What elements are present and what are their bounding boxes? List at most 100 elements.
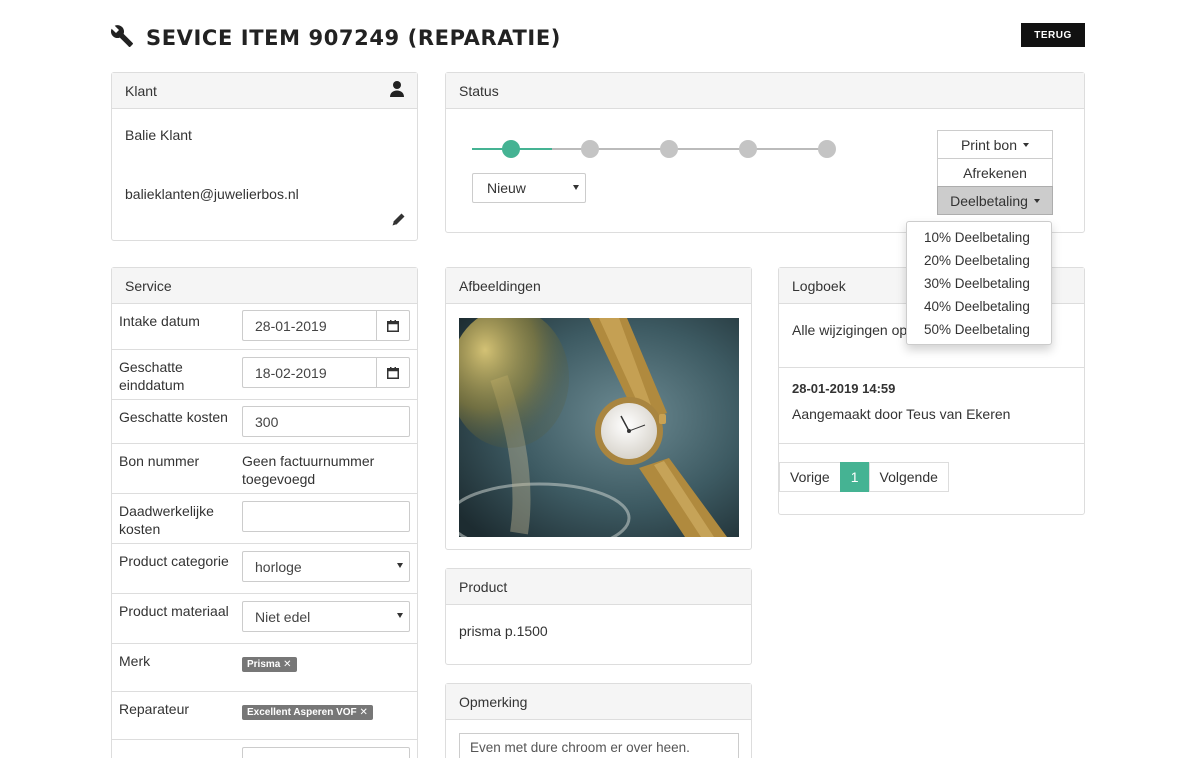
dropdown-item-50[interactable]: 50% Deelbetaling [907, 318, 1051, 341]
log-intro-text: Alle wijzigingen op [792, 322, 908, 338]
status-panel-heading: Status [446, 73, 1084, 109]
customer-email: balieklanten@juwelierbos.nl [125, 186, 299, 202]
log-entry-text: Aangemaakt door Teus van Ekeren [792, 406, 1011, 422]
product-heading-text: Product [459, 578, 508, 595]
estimated-cost-value: 300 [255, 413, 279, 430]
estimated-cost-input[interactable]: 300 [242, 406, 410, 437]
service-panel-heading: Service [112, 268, 417, 304]
calendar-icon[interactable] [376, 310, 410, 341]
print-receipt-label: Print bon [960, 136, 1018, 153]
status-select-value: Nieuw [487, 180, 526, 196]
estimated-end-date-input[interactable]: 18-02-2019 [242, 357, 377, 388]
images-heading-text: Afbeeldingen [459, 277, 541, 294]
step-dot-1[interactable] [502, 140, 520, 158]
partial-payment-label: Deelbetaling [950, 192, 1028, 209]
estimated-end-date-row: Geschatte einddatum 18-02-2019 [112, 349, 417, 399]
caret-down-icon [1033, 198, 1040, 203]
product-material-select[interactable]: Niet edel [242, 601, 410, 632]
pagination-next[interactable]: Volgende [868, 462, 949, 492]
actual-cost-input[interactable] [242, 501, 410, 532]
step-dot-5[interactable] [818, 140, 836, 158]
repairer-tag[interactable]: Excellent Asperen VOF ✕ [242, 705, 373, 720]
step-dot-2[interactable] [581, 140, 599, 158]
service-heading-text: Service [125, 277, 172, 294]
log-pagination: Vorige 1 Volgende [779, 462, 949, 492]
user-icon [390, 81, 404, 100]
checkout-label: Afrekenen [963, 164, 1027, 181]
intake-date-input[interactable]: 28-01-2019 [242, 310, 377, 341]
intake-date-label: Intake datum [119, 313, 200, 329]
product-category-label: Product categorie [119, 553, 229, 569]
product-category-select[interactable]: horloge [242, 551, 410, 582]
customer-panel-heading: Klant [112, 73, 417, 109]
remarks-panel-heading: Opmerking [446, 684, 751, 720]
remarks-panel: Opmerking Even met dure chroom er over h… [445, 683, 752, 758]
actual-cost-label: Daadwerkelijke kosten [119, 503, 214, 537]
checkout-button[interactable]: Afrekenen [937, 158, 1053, 187]
brand-tag[interactable]: Prisma ✕ [242, 657, 297, 672]
next-row [112, 739, 417, 758]
receipt-number-value: Geen factuurnummer toegevoegd [242, 453, 375, 487]
customer-name: Balie Klant [125, 127, 192, 143]
images-panel-heading: Afbeeldingen [446, 268, 751, 304]
brand-row: Merk Prisma ✕ [112, 643, 417, 691]
intake-date-row: Intake datum 28-01-2019 [112, 304, 417, 349]
product-material-label: Product materiaal [119, 603, 229, 619]
log-divider [779, 443, 1084, 444]
product-material-row: Product materiaal Niet edel [112, 593, 417, 643]
pagination-previous[interactable]: Vorige [779, 462, 841, 492]
status-stepper [472, 139, 838, 159]
partial-payment-button[interactable]: Deelbetaling [937, 186, 1053, 215]
repairer-label: Reparateur [119, 701, 190, 717]
product-panel-heading: Product [446, 569, 751, 605]
dropdown-item-30[interactable]: 30% Deelbetaling [907, 272, 1051, 295]
caret-down-icon [573, 185, 579, 190]
actual-cost-row: Daadwerkelijke kosten [112, 493, 417, 543]
remarks-heading-text: Opmerking [459, 693, 528, 710]
images-panel: Afbeeldingen [445, 267, 752, 550]
dropdown-item-40[interactable]: 40% Deelbetaling [907, 295, 1051, 318]
log-heading-text: Logboek [792, 277, 846, 294]
step-dot-3[interactable] [660, 140, 678, 158]
status-heading-text: Status [459, 82, 499, 99]
wrench-icon [110, 24, 134, 51]
caret-down-icon [1023, 142, 1030, 147]
log-entry-date: 28-01-2019 14:59 [792, 381, 896, 396]
estimated-end-date-value: 18-02-2019 [255, 364, 327, 381]
product-panel: Product prisma p.1500 [445, 568, 752, 665]
log-divider [779, 367, 1084, 368]
customer-heading-text: Klant [125, 82, 157, 99]
pagination-page-1[interactable]: 1 [839, 462, 870, 492]
estimated-cost-label: Geschatte kosten [119, 409, 228, 425]
receipt-number-row: Bon nummer Geen factuurnummer toegevoegd [112, 443, 417, 493]
service-panel: Service Intake datum 28-01-2019 Geschatt… [111, 267, 418, 758]
page-title: SEVICE ITEM 907249 (REPARATIE) [110, 24, 561, 51]
product-category-value: horloge [255, 558, 302, 575]
customer-panel: Klant Balie Klant balieklanten@juwelierb… [111, 72, 418, 241]
product-material-value: Niet edel [255, 608, 311, 625]
action-button-group: Print bon Afrekenen Deelbetaling [937, 130, 1053, 215]
dropdown-item-20[interactable]: 20% Deelbetaling [907, 249, 1051, 272]
estimated-cost-row: Geschatte kosten 300 [112, 399, 417, 443]
caret-down-icon [397, 613, 403, 618]
calendar-icon[interactable] [376, 357, 410, 388]
partial-payment-dropdown: 10% Deelbetaling 20% Deelbetaling 30% De… [906, 221, 1052, 345]
pencil-icon[interactable] [392, 213, 405, 229]
repairer-row: Reparateur Excellent Asperen VOF ✕ [112, 691, 417, 739]
page-title-text: SEVICE ITEM 907249 (REPARATIE) [146, 25, 561, 50]
status-select[interactable]: Nieuw [472, 173, 586, 203]
product-category-row: Product categorie horloge [112, 543, 417, 593]
intake-date-value: 28-01-2019 [255, 317, 327, 334]
print-receipt-button[interactable]: Print bon [937, 130, 1053, 159]
estimated-end-date-label: Geschatte einddatum [119, 359, 185, 393]
caret-down-icon [397, 563, 403, 568]
dropdown-item-10[interactable]: 10% Deelbetaling [907, 226, 1051, 249]
receipt-number-label: Bon nummer [119, 453, 200, 469]
remarks-textarea[interactable]: Even met dure chroom er over heen. [459, 733, 739, 758]
product-photo[interactable] [459, 318, 739, 537]
status-panel: Status Nieuw Print bon Afrekenen Deelbet… [445, 72, 1085, 233]
brand-label: Merk [119, 653, 151, 669]
back-button[interactable]: TERUG [1021, 23, 1085, 47]
next-row-input[interactable] [242, 747, 410, 758]
step-dot-4[interactable] [739, 140, 757, 158]
